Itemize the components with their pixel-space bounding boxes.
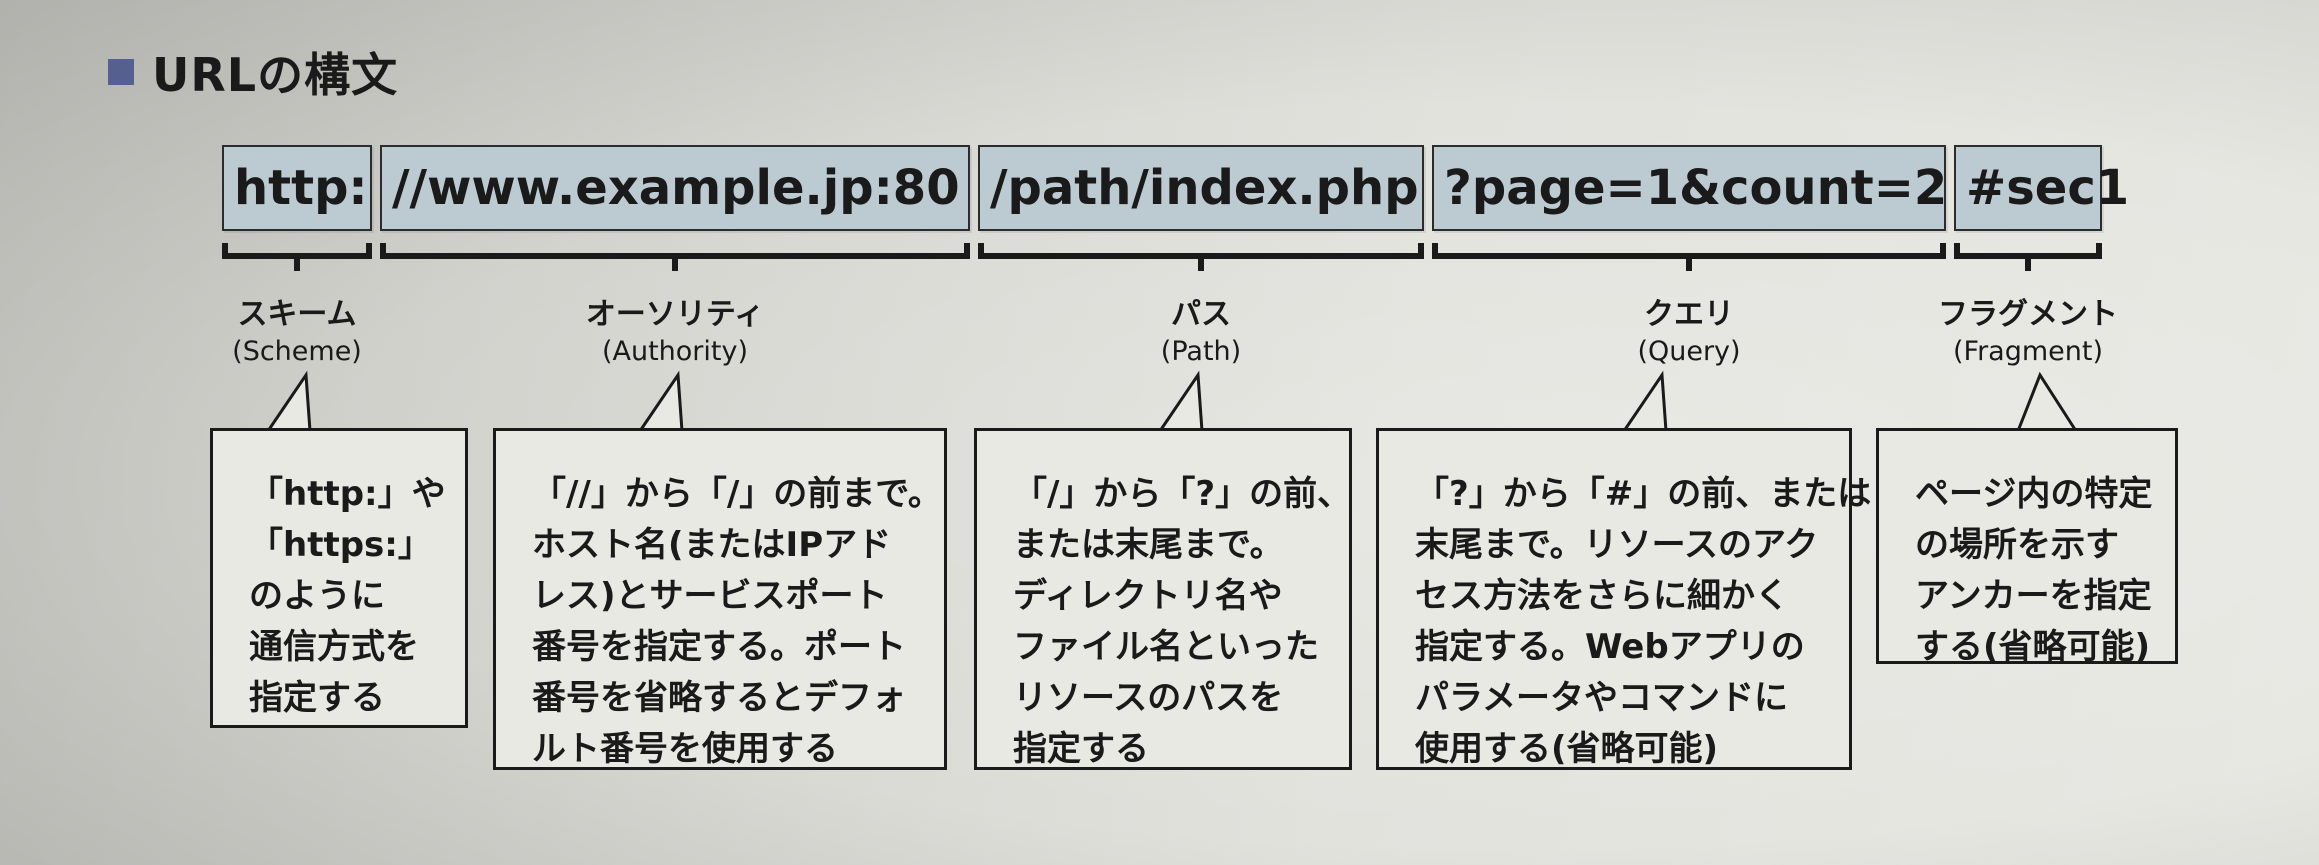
url-segment-authority: //www.example.jp:80 <box>380 145 970 231</box>
url-segment-scheme: http: <box>222 145 372 231</box>
callout-pointer-fragment <box>2016 371 2078 432</box>
callout-pointer-query <box>1622 370 1668 432</box>
bracket-fragment <box>1954 243 2102 271</box>
url-segment-query: ?page=1&count=2 <box>1432 145 1947 231</box>
label-query-en: (Query) <box>1637 336 1741 367</box>
label-fragment: フラグメント (Fragment) <box>1903 296 2153 370</box>
bracket-tick <box>1686 253 1692 271</box>
label-query-ja: クエリ <box>1644 297 1734 332</box>
url-segment-path: /path/index.php <box>978 145 1424 231</box>
label-scheme: スキーム (Scheme) <box>187 296 407 370</box>
description-fragment: ページ内の特定 の場所を示す アンカーを指定 する(省略可能) <box>1876 428 2178 667</box>
page-title: URLの構文 <box>152 48 399 102</box>
url-syntax-diagram: URLの構文 http: //www.example.jp:80 /path/i… <box>0 0 2319 865</box>
bracket-scheme <box>222 243 372 271</box>
label-authority-ja: オーソリティ <box>585 297 765 332</box>
callout-pointer-scheme <box>266 370 312 432</box>
bracket-tick <box>672 253 678 271</box>
label-query: クエリ (Query) <box>1569 296 1809 370</box>
bracket-path <box>978 243 1424 271</box>
label-path-en: (Path) <box>1160 336 1242 367</box>
label-authority-en: (Authority) <box>601 336 749 367</box>
bracket-authority <box>380 243 970 271</box>
label-path: パス (Path) <box>1081 296 1321 370</box>
label-authority: オーソリティ (Authority) <box>525 296 825 370</box>
callout-pointer-path <box>1158 370 1204 432</box>
description-authority: 「//」から「/」の前まで。 ホスト名(またはIPアド レス)とサービスポート … <box>493 428 947 770</box>
bracket-tick <box>2025 253 2031 271</box>
bracket-tick <box>294 253 300 271</box>
label-scheme-ja: スキーム <box>237 297 357 332</box>
callout-pointer-authority <box>638 370 684 432</box>
description-scheme: 「http:」や 「https:」 のように 通信方式を 指定する <box>210 428 468 728</box>
label-fragment-en: (Fragment) <box>1952 336 2104 367</box>
label-path-ja: パス <box>1171 297 1231 332</box>
description-query: 「?」から「#」の前、または 末尾まで。リソースのアク セス方法をさらに細かく … <box>1376 428 1871 770</box>
label-scheme-en: (Scheme) <box>232 336 362 367</box>
label-fragment-ja: フラグメント <box>1938 297 2118 332</box>
description-path: 「/」から「?」の前、 または末尾まで。 ディレクトリ名や ファイル名といった … <box>974 428 1352 770</box>
square-bullet-icon <box>108 59 134 85</box>
url-segment-fragment: #sec1 <box>1954 145 2129 231</box>
bracket-query <box>1432 243 1946 271</box>
bracket-tick <box>1198 253 1204 271</box>
diagram-heading: URLの構文 <box>108 40 398 104</box>
